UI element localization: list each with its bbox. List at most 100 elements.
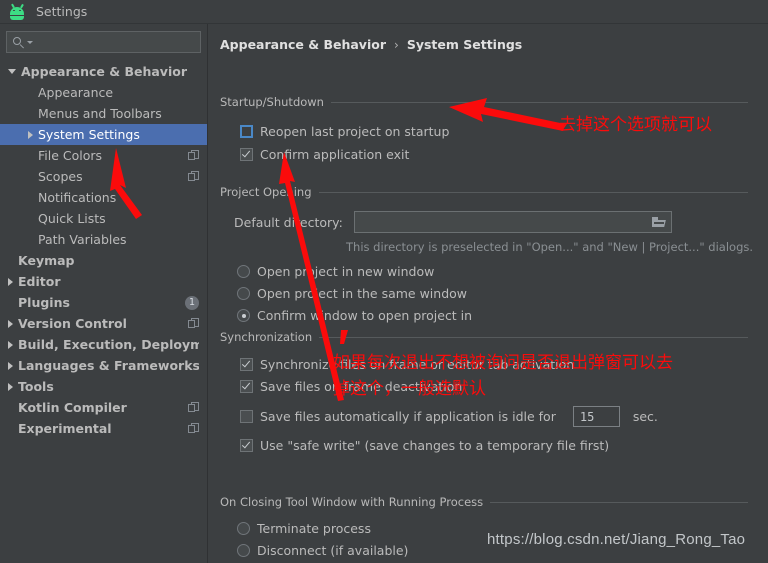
confirm-exit-checkbox[interactable] [240, 148, 253, 161]
default-directory-hint: This directory is preselected in "Open..… [346, 240, 754, 254]
android-robot-icon [8, 3, 26, 20]
annotation-note-mid-line1: 如果每次退出不想被询问是否退出弹窗可以去 [333, 353, 673, 373]
settings-main-panel: Appearance & Behavior › System Settings … [209, 24, 768, 563]
chevron-right-icon[interactable] [28, 130, 33, 139]
startup-shutdown-title: Startup/Shutdown [220, 95, 324, 109]
copy-settings-icon [188, 150, 199, 161]
sidebar-item-label: Editor [18, 274, 61, 289]
copy-settings-icon [188, 318, 199, 329]
sidebar-item-build-execution-deployment[interactable]: Build, Execution, Deployment [0, 334, 207, 355]
reopen-last-project-checkbox[interactable] [240, 125, 253, 138]
safe-write-checkbox[interactable] [240, 439, 253, 452]
confirm-window-row[interactable]: Confirm window to open project in [209, 308, 768, 323]
save-on-deactivation-row[interactable]: Save files on frame deactivation [209, 379, 768, 394]
sidebar-item-scopes[interactable]: Scopes [0, 166, 207, 187]
chevron-right-icon[interactable] [8, 361, 13, 370]
sidebar-item-plugins[interactable]: Plugins 1 [0, 292, 207, 313]
safe-write-label: Use "safe write" (save changes to a temp… [260, 438, 610, 453]
default-directory-hint-row: This directory is preselected in "Open..… [209, 240, 768, 254]
settings-tree: Appearance & Behavior Appearance Menus and… [0, 61, 207, 439]
closing-tool-window-group: On Closing Tool Window with Running Proc… [209, 495, 768, 563]
sync-on-activation-checkbox[interactable] [240, 358, 253, 371]
search-input[interactable] [33, 35, 200, 49]
breadcrumb-root[interactable]: Appearance & Behavior [220, 37, 386, 52]
group-divider [318, 191, 748, 193]
sidebar-item-file-colors[interactable]: File Colors [0, 145, 207, 166]
breadcrumb-current: System Settings [406, 37, 523, 52]
safe-write-row[interactable]: Use "safe write" (save changes to a temp… [209, 438, 768, 453]
sidebar-item-appearance-behavior[interactable]: Appearance & Behavior [0, 61, 207, 82]
default-directory-field[interactable] [353, 211, 672, 233]
sidebar-item-kotlin-compiler[interactable]: Kotlin Compiler [0, 397, 207, 418]
settings-dialog: Settings Appearance & Behavior Appearance… [0, 0, 768, 563]
sidebar-item-label: Languages & Frameworks [18, 358, 199, 373]
confirm-exit-row[interactable]: Confirm application exit [209, 147, 768, 162]
sidebar-item-label: Plugins [18, 295, 70, 310]
save-when-idle-checkbox[interactable] [240, 410, 253, 423]
disconnect-radio[interactable] [237, 544, 250, 557]
closing-tool-window-title: On Closing Tool Window with Running Proc… [220, 495, 484, 509]
chevron-right-icon[interactable] [8, 382, 13, 391]
closing-tool-window-header: On Closing Tool Window with Running Proc… [209, 495, 768, 509]
chevron-right-icon[interactable] [8, 319, 13, 328]
sidebar-item-languages-frameworks[interactable]: Languages & Frameworks [0, 355, 207, 376]
open-new-window-radio[interactable] [237, 265, 250, 278]
group-divider [319, 336, 748, 338]
sidebar-item-appearance[interactable]: Appearance [0, 82, 207, 103]
sidebar-item-label: Quick Lists [38, 211, 106, 226]
save-on-deactivation-checkbox[interactable] [240, 380, 253, 393]
sidebar-item-label: Menus and Toolbars [38, 106, 162, 121]
sidebar-item-label: System Settings [38, 127, 140, 142]
default-directory-row: Default directory: [209, 211, 768, 233]
sidebar-item-label: Build, Execution, Deployment [18, 337, 199, 352]
open-same-window-row[interactable]: Open project in the same window [209, 286, 768, 301]
title-bar: Settings [0, 0, 768, 24]
sidebar-item-menus-and-toolbars[interactable]: Menus and Toolbars [0, 103, 207, 124]
folder-icon[interactable] [651, 216, 667, 228]
sidebar-item-notifications[interactable]: Notifications [0, 187, 207, 208]
seconds-unit-label: sec. [632, 409, 658, 424]
reopen-last-project-label: Reopen last project on startup [260, 124, 450, 139]
copy-settings-icon [188, 423, 199, 434]
save-when-idle-row[interactable]: Save files automatically if application … [209, 406, 768, 427]
search-box[interactable] [6, 31, 201, 53]
startup-shutdown-header: Startup/Shutdown [209, 95, 768, 109]
open-new-window-row[interactable]: Open project in new window [209, 264, 768, 279]
sidebar-item-keymap[interactable]: Keymap [0, 250, 207, 271]
synchronization-header: Synchronization [209, 330, 768, 344]
idle-seconds-field[interactable] [572, 406, 620, 427]
chevron-down-icon[interactable] [8, 69, 16, 74]
group-divider [490, 501, 748, 503]
default-directory-label: Default directory: [234, 214, 343, 230]
breadcrumb-separator-icon: › [394, 37, 399, 52]
sidebar-item-path-variables[interactable]: Path Variables [0, 229, 207, 250]
window-title: Settings [36, 4, 88, 19]
terminate-process-radio[interactable] [237, 522, 250, 535]
project-opening-header: Project Opening [209, 185, 768, 199]
disconnect-label: Disconnect (if available) [257, 543, 409, 558]
chevron-right-icon[interactable] [8, 277, 13, 286]
confirm-window-label: Confirm window to open project in [257, 308, 473, 323]
terminate-process-label: Terminate process [257, 521, 371, 536]
open-same-window-radio[interactable] [237, 287, 250, 300]
sidebar-item-label: Appearance [38, 85, 114, 100]
confirm-window-radio[interactable] [237, 309, 250, 322]
breadcrumb: Appearance & Behavior › System Settings [220, 37, 522, 52]
sidebar-item-system-settings[interactable]: System Settings [0, 124, 207, 145]
plugins-update-badge: 1 [185, 295, 199, 310]
group-divider [330, 101, 748, 103]
default-directory-input[interactable] [360, 215, 652, 229]
sidebar-item-tools[interactable]: Tools [0, 376, 207, 397]
sidebar-item-label: Path Variables [38, 232, 127, 247]
sidebar-item-quick-lists[interactable]: Quick Lists [0, 208, 207, 229]
sidebar-item-editor[interactable]: Editor [0, 271, 207, 292]
idle-seconds-input[interactable] [579, 409, 619, 424]
chevron-right-icon[interactable] [8, 340, 13, 349]
sidebar-item-label: Version Control [18, 316, 127, 331]
sidebar-item-label: Keymap [18, 253, 75, 268]
sidebar-item-label: Kotlin Compiler [18, 400, 127, 415]
sidebar-item-experimental[interactable]: Experimental [0, 418, 207, 439]
annotation-note-top: 去掉这个选项就可以 [559, 115, 712, 135]
sidebar-item-version-control[interactable]: Version Control [0, 313, 207, 334]
open-new-window-label: Open project in new window [257, 264, 435, 279]
